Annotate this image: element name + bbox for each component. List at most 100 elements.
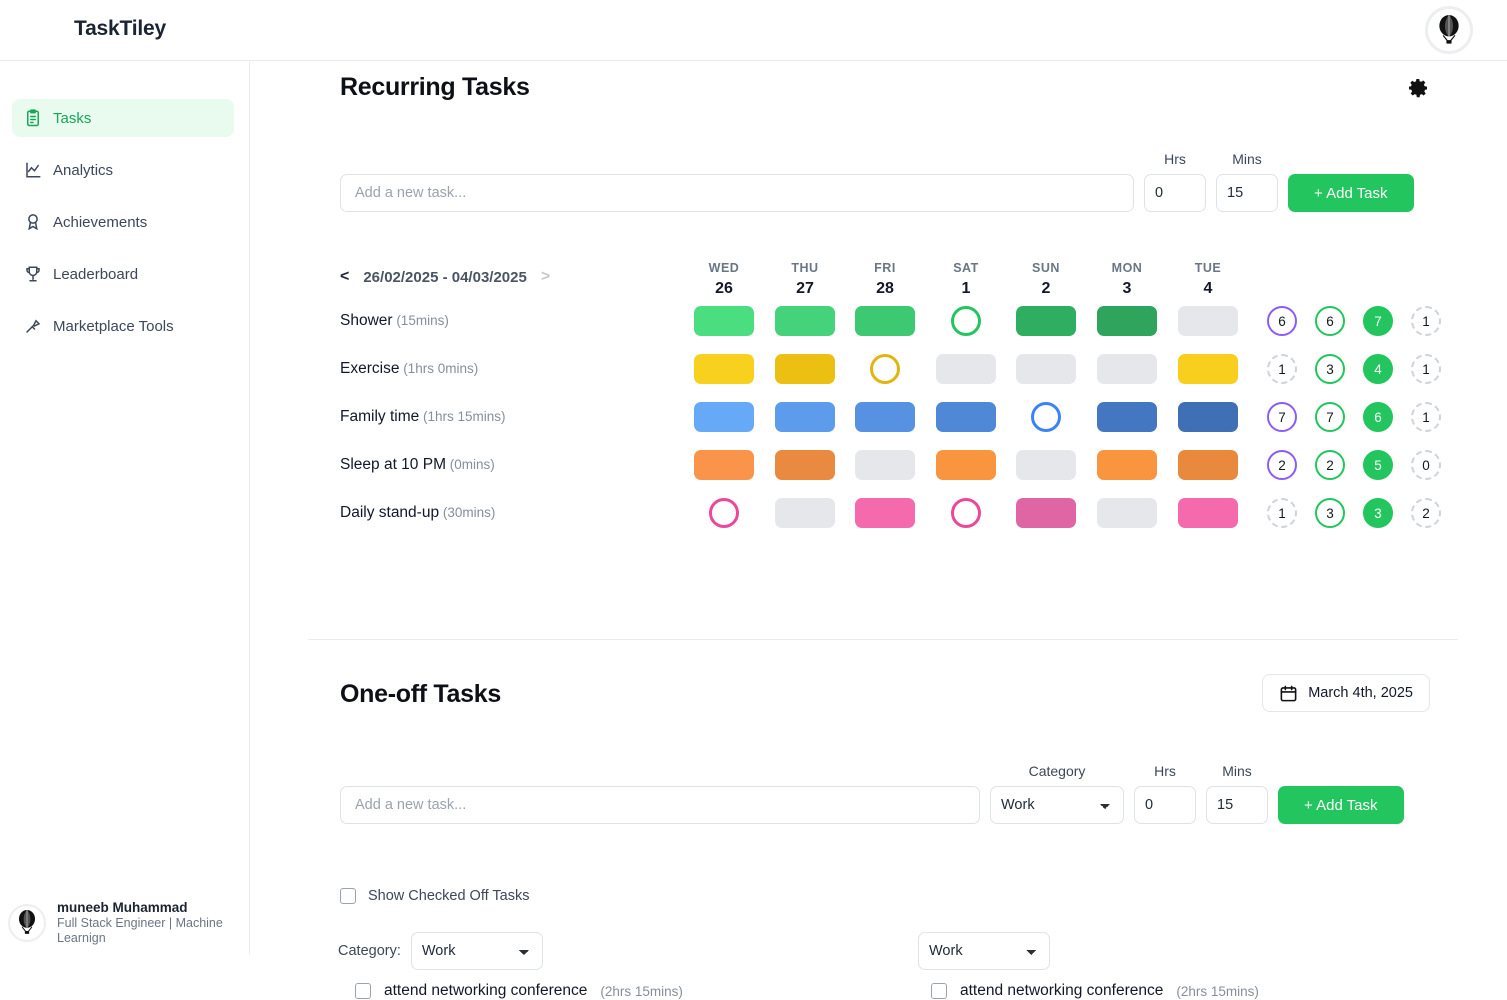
oneoff-mins-input[interactable] (1206, 786, 1268, 824)
task-cell-completed[interactable] (1178, 402, 1238, 432)
streak-badge[interactable]: 2 (1315, 450, 1345, 480)
oneoff-category-filter-right[interactable]: Work (918, 932, 1050, 970)
task-cell-completed[interactable] (855, 306, 915, 336)
task-name: Shower (340, 312, 393, 329)
date-picker-button[interactable]: March 4th, 2025 (1262, 674, 1430, 712)
task-cell-completed[interactable] (694, 450, 754, 480)
streak-badge[interactable]: 3 (1315, 354, 1345, 384)
user-avatar-top[interactable] (1425, 6, 1473, 54)
recurring-task-input[interactable] (340, 174, 1134, 212)
task-cell-completed[interactable] (775, 306, 835, 336)
task-cell-pending[interactable] (870, 354, 900, 384)
task-cell-completed[interactable] (1097, 402, 1157, 432)
task-cell-empty[interactable] (936, 354, 996, 384)
task-cell-completed[interactable] (694, 306, 754, 336)
streak-badge[interactable]: 7 (1363, 306, 1393, 336)
oneoff-category-filter-left[interactable]: Work (410, 932, 543, 970)
sidebar-item-label: Tasks (53, 109, 92, 127)
task-cell-completed[interactable] (1178, 450, 1238, 480)
sidebar-item-tasks[interactable]: Tasks (12, 99, 234, 137)
streak-badge[interactable]: 3 (1315, 498, 1345, 528)
task-cell-pending[interactable] (1031, 402, 1061, 432)
task-cell-completed[interactable] (1097, 306, 1157, 336)
task-cell-completed[interactable] (1097, 450, 1157, 480)
sidebar-profile[interactable]: muneeb Muhammad Full Stack Engineer | Ma… (8, 899, 244, 946)
streak-badge[interactable]: 3 (1363, 498, 1393, 528)
sidebar-item-leaderboard[interactable]: Leaderboard (12, 255, 234, 293)
category-prefix-label: Category: (338, 943, 401, 959)
task-name: Exercise (340, 360, 400, 377)
task-cell-empty[interactable] (775, 498, 835, 528)
recurring-hrs-input[interactable] (1144, 174, 1206, 212)
streak-badge[interactable]: 1 (1411, 402, 1441, 432)
task-cell-completed[interactable] (775, 354, 835, 384)
task-cell-empty[interactable] (1178, 306, 1238, 336)
day-of-week-label: THU (791, 261, 819, 275)
day-of-month-label: 4 (1203, 280, 1213, 297)
list-item: attend networking conference (2hrs 15min… (355, 982, 683, 1000)
sidebar-item-marketplace-tools[interactable]: Marketplace Tools (12, 307, 234, 345)
task-cell-completed[interactable] (694, 402, 754, 432)
streak-badge[interactable]: 1 (1411, 306, 1441, 336)
task-cell-completed[interactable] (1178, 354, 1238, 384)
task-cell-pending[interactable] (951, 498, 981, 528)
hrs-label: Hrs (1164, 151, 1186, 167)
streak-badge[interactable]: 6 (1315, 306, 1345, 336)
task-cell-empty[interactable] (1097, 498, 1157, 528)
oneoff-hrs-field: Hrs (1134, 763, 1196, 824)
task-cell-completed[interactable] (1016, 306, 1076, 336)
task-duration: (1hrs 15mins) (419, 409, 506, 424)
day-column-header: MON 3 (1097, 261, 1157, 298)
task-cell-completed[interactable] (775, 402, 835, 432)
streak-badge[interactable]: 2 (1411, 498, 1441, 528)
task-checkbox[interactable] (355, 983, 371, 999)
date-picker-label: March 4th, 2025 (1308, 685, 1413, 701)
show-checked-off-checkbox[interactable] (340, 888, 356, 904)
task-cell-completed[interactable] (936, 402, 996, 432)
oneoff-category-select[interactable]: Work (990, 786, 1124, 824)
task-cell-empty[interactable] (1016, 354, 1076, 384)
task-cell-completed[interactable] (694, 354, 754, 384)
oneoff-add-task-button[interactable]: + Add Task (1278, 786, 1404, 824)
top-bar: TaskTiley (0, 0, 1507, 61)
streak-badge[interactable]: 1 (1267, 498, 1297, 528)
streak-badge[interactable]: 1 (1411, 354, 1441, 384)
recurring-mins-input[interactable] (1216, 174, 1278, 212)
streak-badge[interactable]: 4 (1363, 354, 1393, 384)
task-cell-empty[interactable] (1016, 450, 1076, 480)
prev-week-button[interactable]: < (340, 268, 349, 286)
recurring-add-task-row: Hrs Mins + Add Task (340, 151, 1414, 212)
streak-badge[interactable]: 6 (1363, 402, 1393, 432)
streak-badge[interactable]: 2 (1267, 450, 1297, 480)
task-cell-completed[interactable] (936, 450, 996, 480)
task-cell-pending[interactable] (709, 498, 739, 528)
streak-badge[interactable]: 7 (1267, 402, 1297, 432)
sidebar-item-achievements[interactable]: Achievements (12, 203, 234, 241)
task-cell-pending[interactable] (951, 306, 981, 336)
recurring-task-row-label: Sleep at 10 PM (0mins) (340, 456, 495, 474)
streak-badge[interactable]: 5 (1363, 450, 1393, 480)
streak-badge[interactable]: 0 (1411, 450, 1441, 480)
settings-button[interactable] (1406, 76, 1430, 105)
streak-badge[interactable]: 1 (1267, 354, 1297, 384)
task-duration: (30mins) (439, 505, 496, 520)
profile-role: Full Stack Engineer | Machine Learnign (57, 916, 223, 945)
sidebar-item-analytics[interactable]: Analytics (12, 151, 234, 189)
next-week-button[interactable]: > (541, 268, 550, 286)
streak-badge[interactable]: 6 (1267, 306, 1297, 336)
task-cell-completed[interactable] (1016, 498, 1076, 528)
task-cell-empty[interactable] (855, 450, 915, 480)
day-of-month-label: 1 (961, 280, 971, 297)
oneoff-hrs-input[interactable] (1134, 786, 1196, 824)
day-of-week-label: WED (708, 261, 740, 275)
task-cell-empty[interactable] (1097, 354, 1157, 384)
task-cell-completed[interactable] (855, 498, 915, 528)
sidebar-item-label: Leaderboard (53, 265, 139, 283)
task-cell-completed[interactable] (775, 450, 835, 480)
task-checkbox[interactable] (931, 983, 947, 999)
task-cell-completed[interactable] (855, 402, 915, 432)
streak-badge[interactable]: 7 (1315, 402, 1345, 432)
task-cell-completed[interactable] (1178, 498, 1238, 528)
oneoff-task-input[interactable] (340, 786, 980, 824)
recurring-add-task-button[interactable]: + Add Task (1288, 174, 1414, 212)
